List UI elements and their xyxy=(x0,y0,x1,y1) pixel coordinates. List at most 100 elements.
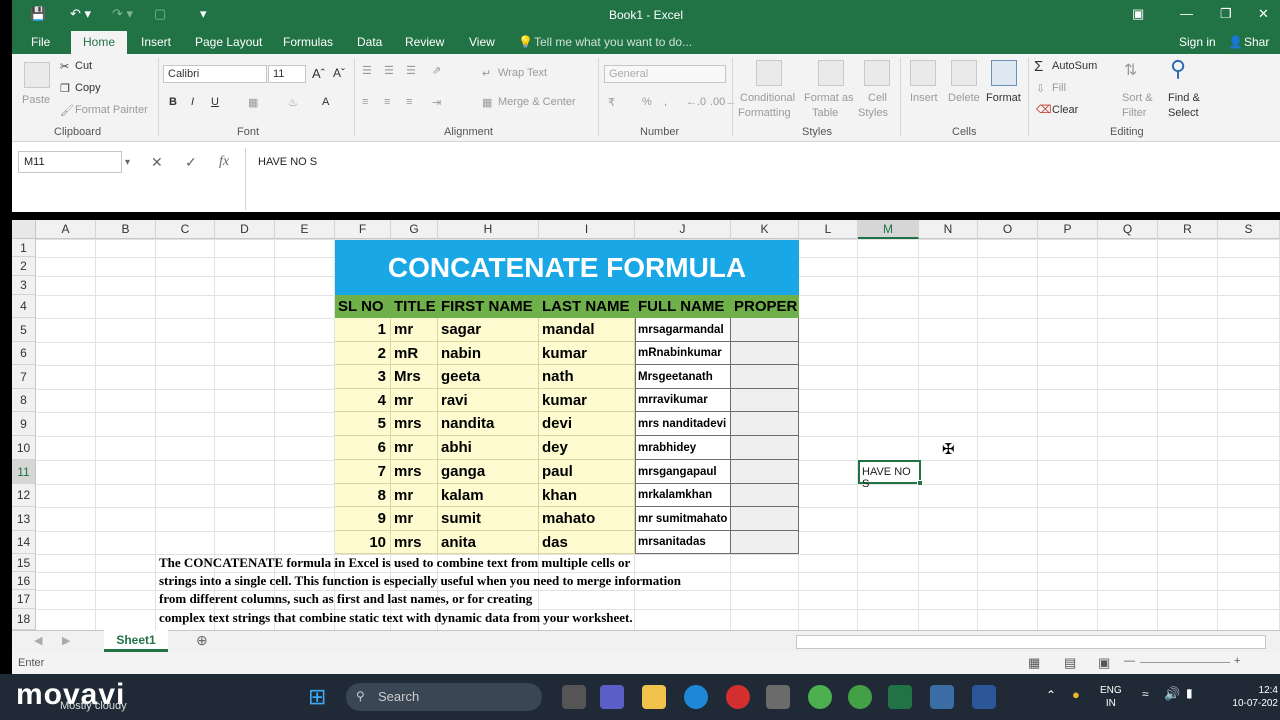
table-cell-last-name[interactable]: nath xyxy=(539,365,635,389)
table-cell-sl-no[interactable]: 3 xyxy=(335,365,391,389)
table-cell-full-name[interactable]: Mrsgeetanath xyxy=(635,365,731,389)
table-cell-first-name[interactable]: kalam xyxy=(438,484,539,507)
fill-icon[interactable]: ⇩ xyxy=(1036,82,1045,95)
table-cell-last-name[interactable]: devi xyxy=(539,412,635,436)
decrease-font-icon[interactable]: Aˇ xyxy=(333,66,345,80)
row-header[interactable]: 14 xyxy=(12,531,36,554)
formula-input[interactable]: HAVE NO S xyxy=(245,148,1280,210)
column-header[interactable]: R xyxy=(1158,220,1218,239)
tab-review[interactable]: Review xyxy=(405,35,444,49)
sign-in-link[interactable]: Sign in xyxy=(1179,35,1216,49)
autosum-button[interactable]: AutoSum xyxy=(1052,60,1097,72)
table-cell-last-name[interactable]: paul xyxy=(539,460,635,484)
wifi-icon[interactable]: ≈ xyxy=(1142,687,1149,701)
table-cell-first-name[interactable]: anita xyxy=(438,531,539,554)
table-cell-full-name[interactable]: mRnabinkumar xyxy=(635,342,731,365)
clear-button[interactable]: Clear xyxy=(1052,104,1078,116)
clock[interactable]: 12:4 10-07-202 xyxy=(1214,684,1278,710)
column-header[interactable]: S xyxy=(1218,220,1280,239)
merge-center-button[interactable]: Merge & Center xyxy=(498,96,576,108)
align-top-icon[interactable]: ☰ xyxy=(362,64,372,77)
sort-filter-icon[interactable]: ⇅ xyxy=(1124,60,1137,80)
zoom-in-icon[interactable]: + xyxy=(1234,655,1240,667)
prev-sheet-icon[interactable]: ◀ xyxy=(34,634,42,647)
table-cell-last-name[interactable]: mahato xyxy=(539,507,635,531)
table-cell-proper[interactable] xyxy=(731,365,799,389)
row-header[interactable]: 18 xyxy=(12,609,36,630)
format-cells-icon[interactable] xyxy=(991,60,1017,86)
next-sheet-icon[interactable]: ▶ xyxy=(62,634,70,647)
delete-cells-button[interactable]: Delete xyxy=(948,92,980,104)
row-header[interactable]: 7 xyxy=(12,365,36,389)
table-cell-proper[interactable] xyxy=(731,484,799,507)
column-header[interactable]: P xyxy=(1038,220,1098,239)
minimize-icon[interactable]: — xyxy=(1180,6,1193,21)
align-bottom-icon[interactable]: ☰ xyxy=(406,64,416,77)
fill-handle[interactable] xyxy=(917,480,923,486)
table-cell-full-name[interactable]: mrsanitadas xyxy=(635,531,731,554)
format-as-table-button[interactable]: Format as xyxy=(804,92,854,104)
copy-icon[interactable]: ❐ xyxy=(60,82,70,95)
currency-icon[interactable]: ₹ xyxy=(608,96,615,109)
orientation-icon[interactable]: ⇗ xyxy=(432,64,441,77)
column-header[interactable]: Q xyxy=(1098,220,1158,239)
teams-icon[interactable] xyxy=(600,685,624,709)
row-header[interactable]: 10 xyxy=(12,436,36,460)
delete-cells-icon[interactable] xyxy=(951,60,977,86)
column-header[interactable]: H xyxy=(438,220,539,239)
row-header[interactable]: 6 xyxy=(12,342,36,365)
table-cell-title[interactable]: mr xyxy=(391,484,438,507)
row-header[interactable]: 8 xyxy=(12,389,36,412)
cut-icon[interactable]: ✂ xyxy=(60,60,69,73)
table-cell-proper[interactable] xyxy=(731,318,799,342)
insert-function-icon[interactable]: fx xyxy=(219,154,229,170)
table-cell-full-name[interactable]: mrsagarmandal xyxy=(635,318,731,342)
format-as-table-icon[interactable] xyxy=(818,60,844,86)
table-cell-first-name[interactable]: ganga xyxy=(438,460,539,484)
share-button[interactable]: Shar xyxy=(1244,35,1269,49)
font-name-select[interactable]: Calibri xyxy=(163,65,267,83)
table-cell-sl-no[interactable]: 8 xyxy=(335,484,391,507)
conditional-formatting-icon[interactable] xyxy=(756,60,782,86)
store-icon[interactable] xyxy=(766,685,790,709)
table-header-cell[interactable]: FULL NAME xyxy=(635,295,731,318)
table-cell-proper[interactable] xyxy=(731,507,799,531)
row-header[interactable]: 13 xyxy=(12,507,36,531)
table-cell-proper[interactable] xyxy=(731,342,799,365)
chrome-icon[interactable] xyxy=(808,685,832,709)
row-header[interactable]: 17 xyxy=(12,590,36,609)
fill-button[interactable]: Fill xyxy=(1052,82,1066,94)
column-header[interactable]: B xyxy=(96,220,156,239)
table-cell-title[interactable]: mR xyxy=(391,342,438,365)
cancel-icon[interactable]: ✕ xyxy=(151,154,163,171)
insert-cells-button[interactable]: Insert xyxy=(910,92,938,104)
row-header[interactable]: 3 xyxy=(12,276,36,295)
cell-styles-icon[interactable] xyxy=(864,60,890,86)
table-cell-sl-no[interactable]: 9 xyxy=(335,507,391,531)
eraser-icon[interactable]: ⌫ xyxy=(1036,103,1052,116)
column-header[interactable]: A xyxy=(36,220,96,239)
zoom-slider[interactable] xyxy=(1140,662,1230,663)
table-cell-last-name[interactable]: mandal xyxy=(539,318,635,342)
table-cell-first-name[interactable]: abhi xyxy=(438,436,539,460)
insert-cells-icon[interactable] xyxy=(910,60,936,86)
percent-button[interactable]: % xyxy=(642,96,652,108)
speaker-icon[interactable]: 🔊 xyxy=(1164,686,1180,702)
table-header-cell[interactable]: LAST NAME xyxy=(539,295,635,318)
table-header-cell[interactable]: FIRST NAME xyxy=(438,295,539,318)
comma-icon[interactable]: , xyxy=(664,96,667,108)
restore-icon[interactable]: ❐ xyxy=(1220,6,1232,22)
table-cell-title[interactable]: mrs xyxy=(391,460,438,484)
autosum-icon[interactable]: Σ xyxy=(1034,58,1043,75)
column-header[interactable]: F xyxy=(335,220,391,239)
merge-icon[interactable]: ▦ xyxy=(482,96,492,109)
table-cell-full-name[interactable]: mr sumitmahato xyxy=(635,507,731,531)
name-box[interactable]: M11 xyxy=(18,151,122,173)
normal-view-icon[interactable]: ▦ xyxy=(1028,655,1040,671)
column-header[interactable]: L xyxy=(799,220,858,239)
table-cell-last-name[interactable]: kumar xyxy=(539,342,635,365)
table-cell-sl-no[interactable]: 10 xyxy=(335,531,391,554)
bold-button[interactable]: B xyxy=(169,96,177,108)
format-painter-icon[interactable]: 🖌 xyxy=(60,104,74,117)
microphone-icon[interactable]: ● xyxy=(1072,687,1080,702)
